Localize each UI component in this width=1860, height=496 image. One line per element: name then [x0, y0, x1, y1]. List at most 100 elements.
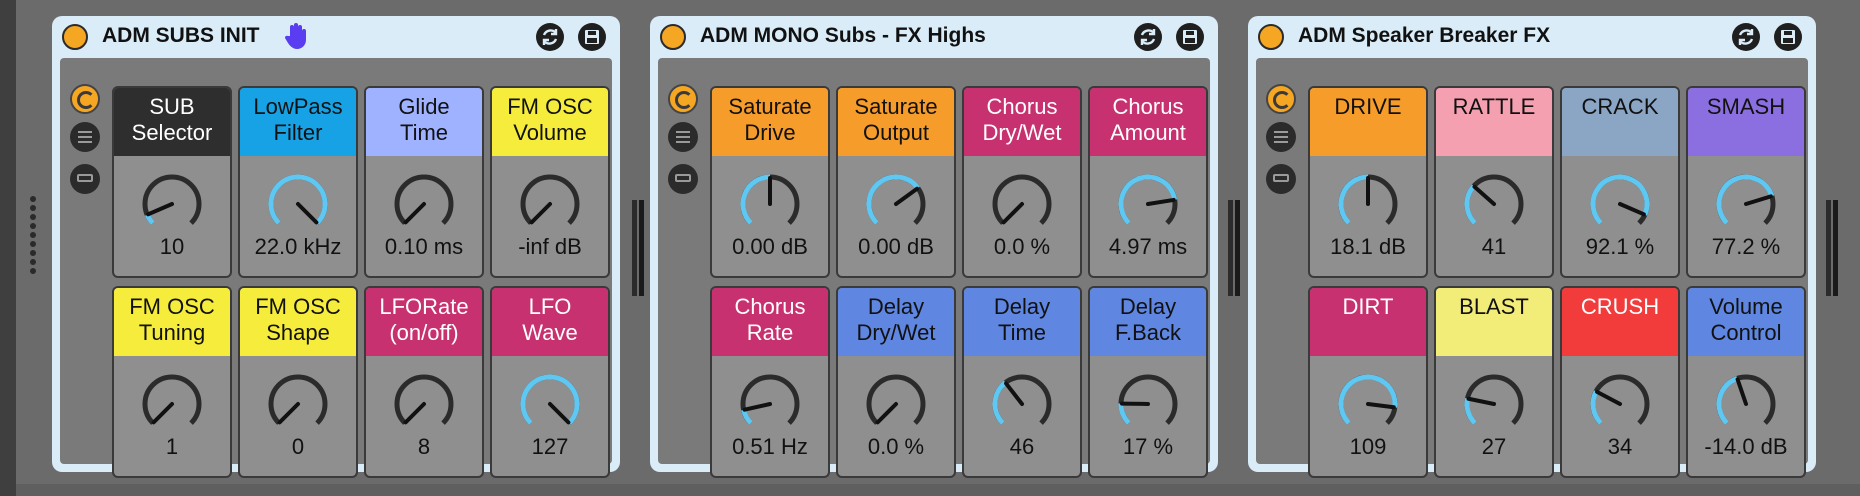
- chain-grip-handle[interactable]: [30, 196, 36, 277]
- macro-label: Delay F.Back: [1090, 288, 1206, 356]
- macro-control[interactable]: LowPass Filter 22.0 kHz: [238, 86, 358, 278]
- macro-knob[interactable]: [1710, 170, 1782, 234]
- left-rail: [0, 0, 16, 496]
- macro-value: 46: [1009, 434, 1035, 459]
- macro-label: CRACK: [1562, 88, 1678, 156]
- macro-knob[interactable]: [136, 370, 208, 434]
- power-icon[interactable]: [62, 24, 88, 50]
- macro-knob[interactable]: [1584, 170, 1656, 234]
- save-icon[interactable]: [1774, 23, 1802, 51]
- macro-knob[interactable]: [860, 170, 932, 234]
- macro-control[interactable]: RATTLE 41: [1434, 86, 1554, 278]
- macro-control[interactable]: LFO Wave 127: [490, 286, 610, 478]
- macro-knob[interactable]: [1112, 370, 1184, 434]
- macro-knob[interactable]: [1458, 170, 1530, 234]
- macro-knob[interactable]: [986, 370, 1058, 434]
- macro-value: 127: [531, 434, 569, 459]
- macro-knob[interactable]: [1112, 170, 1184, 234]
- macro-value: -inf dB: [518, 234, 582, 259]
- macro-knob[interactable]: [1332, 370, 1404, 434]
- macro-value: 8: [417, 434, 431, 459]
- macro-control[interactable]: CRACK 92.1 %: [1560, 86, 1680, 278]
- macro-knob[interactable]: [262, 170, 334, 234]
- randomize-icon[interactable]: [1266, 164, 1296, 194]
- rack-adm-speaker-breaker: ADM Speaker Breaker FX DRIVE 18.1 dB RATTLE…: [1248, 16, 1816, 478]
- macro-knob[interactable]: [986, 170, 1058, 234]
- rack-title: ADM MONO Subs - FX Highs: [700, 24, 986, 47]
- macro-value: 41: [1481, 234, 1507, 259]
- list-icon[interactable]: [1266, 122, 1296, 152]
- power-icon[interactable]: [660, 24, 686, 50]
- macro-knob[interactable]: [1332, 170, 1404, 234]
- macro-label: LowPass Filter: [240, 88, 356, 156]
- macro-control[interactable]: SUB Selector 10: [112, 86, 232, 278]
- macro-knob[interactable]: [388, 370, 460, 434]
- macro-control[interactable]: Saturate Drive 0.00 dB: [710, 86, 830, 278]
- macro-control[interactable]: FM OSC Shape 0: [238, 286, 358, 478]
- randomize-icon[interactable]: [70, 164, 100, 194]
- macro-label: FM OSC Tuning: [114, 288, 230, 356]
- macro-knob[interactable]: [1710, 370, 1782, 434]
- map-icon[interactable]: [1266, 84, 1296, 114]
- macro-control[interactable]: FM OSC Volume -inf dB: [490, 86, 610, 278]
- rack-divider-2[interactable]: [1228, 200, 1233, 296]
- hotswap-icon[interactable]: [1732, 23, 1760, 51]
- macro-control[interactable]: BLAST 27: [1434, 286, 1554, 478]
- macro-control[interactable]: Chorus Dry/Wet 0.0 %: [962, 86, 1082, 278]
- macro-value: 77.2 %: [1711, 234, 1781, 259]
- macro-label: SUB Selector: [114, 88, 230, 156]
- macro-control[interactable]: Glide Time 0.10 ms: [364, 86, 484, 278]
- macro-knob[interactable]: [734, 370, 806, 434]
- macro-knob[interactable]: [1458, 370, 1530, 434]
- rack-macro-panel: Saturate Drive 0.00 dB Saturate Output 0.00…: [658, 58, 1210, 478]
- list-icon[interactable]: [668, 122, 698, 152]
- macro-control[interactable]: FM OSC Tuning 1: [112, 286, 232, 478]
- rack-title: ADM Speaker Breaker FX: [1298, 24, 1551, 47]
- macro-value: 10: [159, 234, 185, 259]
- rack-adm-subs-init: ADM SUBS INIT SUB Selector 10 LowPass Filte…: [52, 16, 620, 478]
- save-icon[interactable]: [1176, 23, 1204, 51]
- macro-control[interactable]: DRIVE 18.1 dB: [1308, 86, 1428, 278]
- macro-label: Delay Dry/Wet: [838, 288, 954, 356]
- macro-knob[interactable]: [388, 170, 460, 234]
- macro-control[interactable]: Delay Time 46: [962, 286, 1082, 478]
- macro-control[interactable]: DIRT 109: [1308, 286, 1428, 478]
- macro-value: -14.0 dB: [1704, 434, 1788, 459]
- macro-control[interactable]: Volume Control -14.0 dB: [1686, 286, 1806, 478]
- map-icon[interactable]: [668, 84, 698, 114]
- macro-knob[interactable]: [262, 370, 334, 434]
- macro-control[interactable]: Saturate Output 0.00 dB: [836, 86, 956, 278]
- rack-macro-panel: SUB Selector 10 LowPass Filter 22.0 kHz Glid…: [60, 58, 612, 478]
- macro-knob[interactable]: [860, 370, 932, 434]
- list-icon[interactable]: [70, 122, 100, 152]
- macro-label: Volume Control: [1688, 288, 1804, 356]
- macro-label: RATTLE: [1436, 88, 1552, 156]
- macro-knob[interactable]: [734, 170, 806, 234]
- randomize-icon[interactable]: [668, 164, 698, 194]
- rack-divider-1[interactable]: [632, 200, 637, 296]
- rack-divider-1b: [639, 200, 644, 296]
- macro-control[interactable]: Chorus Amount 4.97 ms: [1088, 86, 1208, 278]
- macro-knob[interactable]: [1584, 370, 1656, 434]
- map-icon[interactable]: [70, 84, 100, 114]
- macro-value: 17 %: [1122, 434, 1174, 459]
- macro-knob[interactable]: [514, 170, 586, 234]
- power-icon[interactable]: [1258, 24, 1284, 50]
- macro-control[interactable]: Chorus Rate 0.51 Hz: [710, 286, 830, 478]
- hotswap-icon[interactable]: [536, 23, 564, 51]
- rack-header: ADM Speaker Breaker FX: [1248, 16, 1816, 56]
- macro-control[interactable]: SMASH 77.2 %: [1686, 86, 1806, 278]
- macro-control[interactable]: Delay Dry/Wet 0.0 %: [836, 286, 956, 478]
- macro-knob[interactable]: [136, 170, 208, 234]
- macro-value: 109: [1349, 434, 1387, 459]
- save-icon[interactable]: [578, 23, 606, 51]
- hotswap-icon[interactable]: [1134, 23, 1162, 51]
- macro-control[interactable]: Delay F.Back 17 %: [1088, 286, 1208, 478]
- macro-knob[interactable]: [514, 370, 586, 434]
- rack-macro-panel: DRIVE 18.1 dB RATTLE 41 CRACK 92.1 % SMASH 77.2…: [1256, 58, 1808, 478]
- rack-divider-3[interactable]: [1826, 200, 1831, 296]
- rack-adm-mono-subs: ADM MONO Subs - FX Highs Saturate Drive 0.…: [650, 16, 1218, 478]
- macro-control[interactable]: CRUSH 34: [1560, 286, 1680, 478]
- macro-control[interactable]: LFORate (on/off) 8: [364, 286, 484, 478]
- macro-value: 1: [165, 434, 179, 459]
